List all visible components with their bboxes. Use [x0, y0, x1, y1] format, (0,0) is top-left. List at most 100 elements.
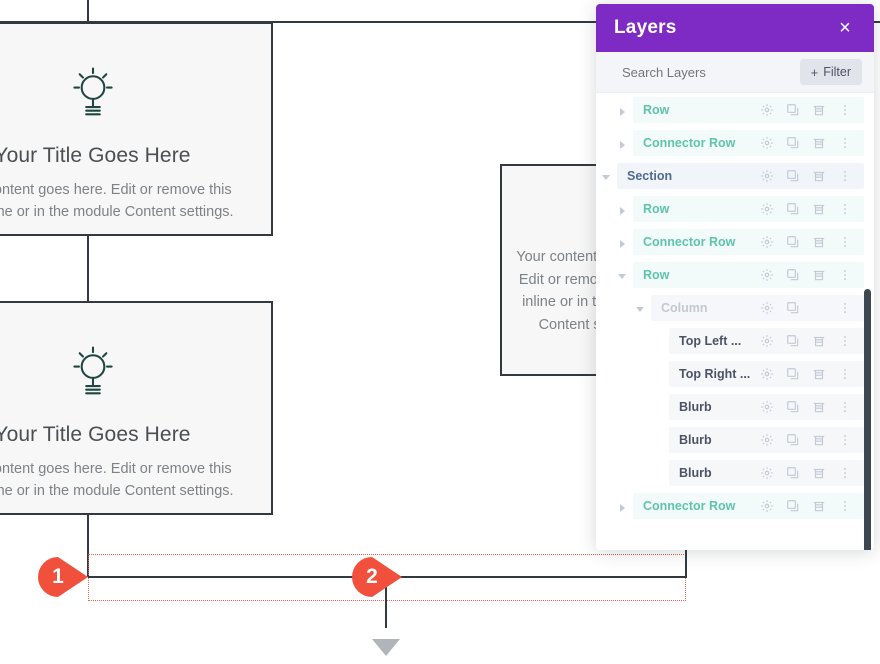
layer-row[interactable]: Row — [596, 97, 874, 123]
more-vertical-icon[interactable] — [832, 330, 858, 352]
layer-row-actions — [754, 264, 858, 286]
layer-chip[interactable]: Top Left ... — [669, 328, 864, 354]
down-arrow-icon — [372, 639, 400, 656]
duplicate-icon[interactable] — [780, 363, 806, 385]
layer-row[interactable]: Blurb — [596, 394, 874, 420]
duplicate-icon[interactable] — [780, 99, 806, 121]
layer-chip[interactable]: Section — [617, 163, 864, 189]
layer-chip[interactable]: Top Right ... — [669, 361, 864, 387]
layer-chip[interactable]: Connector Row — [633, 229, 864, 255]
more-vertical-icon[interactable] — [832, 231, 858, 253]
duplicate-icon[interactable] — [780, 495, 806, 517]
filter-button[interactable]: + Filter — [799, 59, 862, 85]
blurb-card-1[interactable]: Your Title Goes Here Your content goes h… — [0, 22, 273, 236]
trash-icon[interactable] — [806, 99, 832, 121]
duplicate-icon[interactable] — [780, 396, 806, 418]
trash-icon[interactable] — [806, 264, 832, 286]
duplicate-icon[interactable] — [780, 132, 806, 154]
chevron-down-icon[interactable] — [602, 171, 613, 182]
blurb-card-1-body: Your content goes here. Edit or remove t… — [0, 182, 234, 221]
layer-chip[interactable]: Blurb — [669, 460, 864, 486]
more-vertical-icon[interactable] — [832, 396, 858, 418]
layer-chip[interactable]: Blurb — [669, 394, 864, 420]
gear-icon[interactable] — [754, 198, 780, 220]
more-vertical-icon[interactable] — [832, 99, 858, 121]
layer-chip[interactable]: Blurb — [669, 427, 864, 453]
more-vertical-icon[interactable] — [832, 363, 858, 385]
trash-icon[interactable] — [806, 231, 832, 253]
gear-icon[interactable] — [754, 396, 780, 418]
trash-icon[interactable] — [806, 132, 832, 154]
layer-row[interactable]: Connector Row — [596, 493, 874, 519]
search-layers-input[interactable] — [622, 64, 782, 80]
layer-chip[interactable]: Connector Row — [633, 130, 864, 156]
layer-chip[interactable]: Row — [633, 97, 864, 123]
trash-icon[interactable] — [806, 198, 832, 220]
more-vertical-icon[interactable] — [832, 297, 858, 319]
duplicate-icon[interactable] — [780, 429, 806, 451]
layer-row[interactable]: Connector Row — [596, 229, 874, 255]
layer-row[interactable]: Connector Row — [596, 130, 874, 156]
trash-icon[interactable] — [806, 165, 832, 187]
trash-icon[interactable] — [806, 363, 832, 385]
gear-icon[interactable] — [754, 462, 780, 484]
trash-icon[interactable] — [806, 396, 832, 418]
duplicate-icon[interactable] — [780, 231, 806, 253]
layer-chip[interactable]: Connector Row — [633, 493, 864, 519]
duplicate-icon[interactable] — [780, 264, 806, 286]
duplicate-icon[interactable] — [780, 330, 806, 352]
close-icon[interactable]: × — [834, 17, 856, 39]
gear-icon[interactable] — [754, 429, 780, 451]
gear-icon[interactable] — [754, 495, 780, 517]
more-vertical-icon[interactable] — [832, 165, 858, 187]
more-vertical-icon[interactable] — [832, 264, 858, 286]
gear-icon[interactable] — [754, 99, 780, 121]
trash-icon[interactable] — [806, 462, 832, 484]
chevron-right-icon[interactable] — [618, 501, 629, 512]
layer-chip[interactable]: Row — [633, 196, 864, 222]
layer-chip[interactable]: Column — [651, 295, 864, 321]
more-vertical-icon[interactable] — [832, 462, 858, 484]
chevron-down-icon[interactable] — [618, 270, 629, 281]
more-vertical-icon[interactable] — [832, 495, 858, 517]
chevron-right-icon[interactable] — [618, 105, 629, 116]
trash-icon[interactable] — [806, 429, 832, 451]
layer-row[interactable]: Row — [596, 262, 874, 288]
layers-search-bar: + Filter — [596, 52, 874, 93]
plus-icon: + — [810, 64, 819, 80]
duplicate-icon[interactable] — [780, 297, 806, 319]
gear-icon[interactable] — [754, 165, 780, 187]
duplicate-icon[interactable] — [780, 462, 806, 484]
chevron-down-icon[interactable] — [636, 303, 647, 314]
trash-icon[interactable] — [806, 330, 832, 352]
layer-row[interactable]: Top Right ... — [596, 361, 874, 387]
more-vertical-icon[interactable] — [832, 429, 858, 451]
gear-icon[interactable] — [754, 231, 780, 253]
layer-row-label: Row — [643, 268, 670, 282]
gear-icon[interactable] — [754, 297, 780, 319]
chevron-right-icon[interactable] — [618, 204, 629, 215]
more-vertical-icon[interactable] — [832, 132, 858, 154]
layer-chip[interactable]: Row — [633, 262, 864, 288]
layer-row[interactable]: Row — [596, 196, 874, 222]
layers-list[interactable]: Row Connector Row Section Row Connector Row R… — [596, 93, 874, 550]
marker-pin-2: 2 — [352, 557, 404, 597]
duplicate-icon[interactable] — [780, 198, 806, 220]
layer-row[interactable]: Section — [596, 163, 874, 189]
duplicate-icon[interactable] — [780, 165, 806, 187]
gear-icon[interactable] — [754, 330, 780, 352]
gear-icon[interactable] — [754, 264, 780, 286]
blurb-card-2[interactable]: Your Title Goes Here Your content goes h… — [0, 301, 273, 515]
more-vertical-icon[interactable] — [832, 198, 858, 220]
gear-icon[interactable] — [754, 132, 780, 154]
layer-row[interactable]: Blurb — [596, 427, 874, 453]
gear-icon[interactable] — [754, 363, 780, 385]
layer-row[interactable]: Top Left ... — [596, 328, 874, 354]
trash-icon[interactable] — [806, 495, 832, 517]
layers-list-scrollbar[interactable] — [864, 289, 871, 550]
chevron-right-icon[interactable] — [618, 138, 629, 149]
layer-row[interactable]: Blurb — [596, 460, 874, 486]
marker-pin-2-number: 2 — [366, 565, 378, 588]
layer-row[interactable]: Column — [596, 295, 874, 321]
chevron-right-icon[interactable] — [618, 237, 629, 248]
